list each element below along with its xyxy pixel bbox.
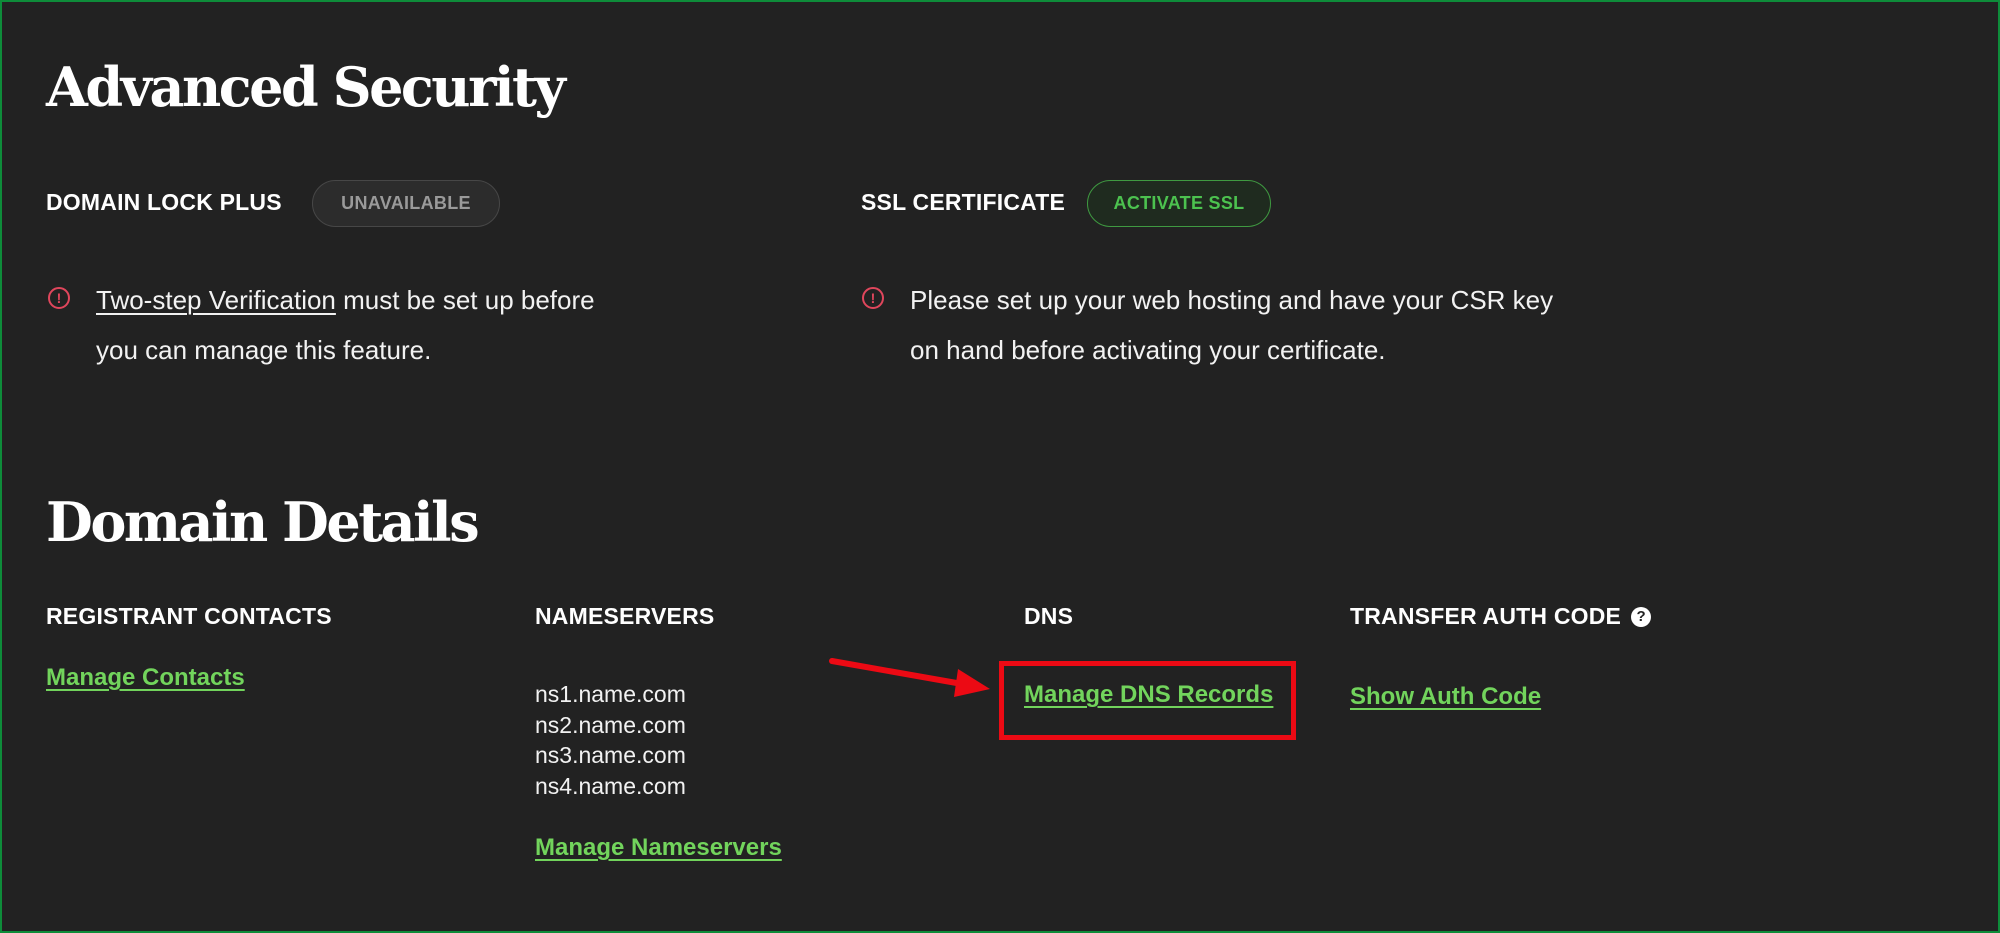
- transfer-auth-header: TRANSFER AUTH CODE ?: [1350, 603, 1652, 629]
- registrant-contacts-label: REGISTRANT CONTACTS: [46, 603, 332, 629]
- annotation-arrow-icon: [829, 658, 990, 697]
- nameservers-label: NAMESERVERS: [535, 603, 715, 629]
- window-frame: [0, 0, 2000, 933]
- show-auth-code-link[interactable]: Show Auth Code: [1350, 683, 1541, 711]
- ssl-note: Please set up your web hosting and have …: [910, 275, 1553, 375]
- domain-lock-note-line2: you can manage this feature.: [96, 335, 432, 365]
- domain-lock-note-rest: must be set up before: [335, 285, 595, 315]
- ssl-certificate-label: SSL CERTIFICATE: [861, 189, 1066, 215]
- activate-ssl-button[interactable]: ACTIVATE SSL: [1087, 180, 1271, 227]
- alert-circle-icon: !: [48, 287, 70, 309]
- advanced-security-title: Advanced Security: [46, 55, 566, 119]
- two-step-verification-link[interactable]: Two-step Verification: [96, 285, 336, 315]
- alert-circle-icon: !: [862, 287, 884, 309]
- nameserver-item: ns1.name.com: [535, 681, 686, 707]
- domain-details-title: Domain Details: [46, 490, 480, 554]
- nameserver-list: ns1.name.com ns2.name.com ns3.name.com n…: [535, 679, 686, 801]
- question-circle-icon[interactable]: ?: [1631, 606, 1652, 627]
- dns-label: DNS: [1024, 603, 1074, 629]
- nameserver-item: ns3.name.com: [535, 742, 686, 768]
- ssl-note-line1: Please set up your web hosting and have …: [910, 285, 1554, 315]
- manage-contacts-link[interactable]: Manage Contacts: [46, 664, 245, 692]
- unavailable-badge: UNAVAILABLE: [312, 180, 500, 227]
- manage-dns-records-link[interactable]: Manage DNS Records: [1024, 681, 1273, 709]
- domain-lock-note: Two-step Verification must be set up bef…: [96, 275, 595, 375]
- ssl-note-line2: on hand before activating your certifica…: [910, 335, 1386, 365]
- nameserver-item: ns2.name.com: [535, 711, 686, 738]
- nameserver-item: ns4.name.com: [535, 772, 686, 799]
- transfer-auth-code-label: TRANSFER AUTH CODE: [1350, 603, 1622, 629]
- domain-lock-label: DOMAIN LOCK PLUS: [46, 189, 282, 215]
- manage-nameservers-link[interactable]: Manage Nameservers: [535, 834, 782, 862]
